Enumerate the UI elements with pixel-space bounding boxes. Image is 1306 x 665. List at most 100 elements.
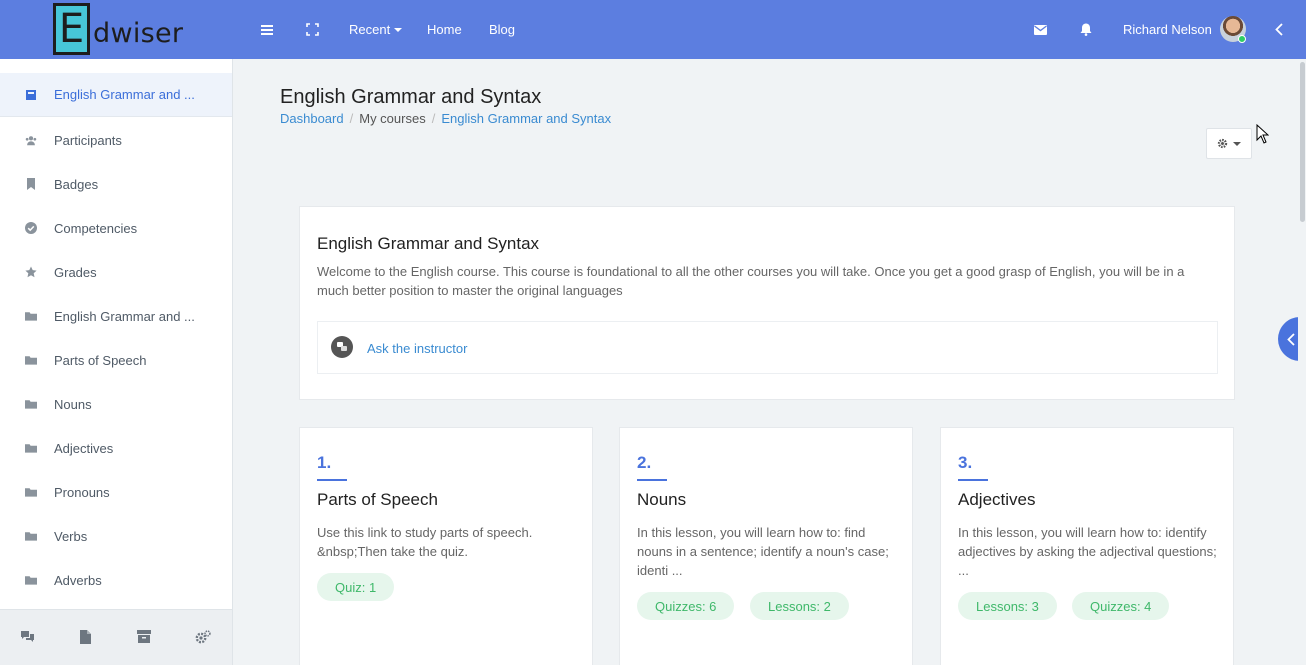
- sidebar-item-adjectives[interactable]: Adjectives: [0, 426, 232, 470]
- check-circle-icon: [25, 222, 37, 234]
- gear-icon: [1217, 138, 1228, 149]
- edwiser-logo[interactable]: E dwiser: [53, 3, 183, 55]
- sidebar-item-grades[interactable]: Grades: [0, 250, 232, 294]
- mouse-cursor-icon: [1256, 124, 1269, 144]
- envelope-icon: [1034, 24, 1047, 35]
- nav-link-blog[interactable]: Blog: [489, 0, 515, 59]
- chevron-left-icon: [1287, 332, 1295, 346]
- lesson-title[interactable]: Parts of Speech: [317, 490, 438, 510]
- star-icon: [25, 266, 37, 278]
- sidebar-item-label: Verbs: [54, 528, 88, 544]
- folder-icon: [25, 354, 37, 366]
- lesson-underline: [637, 479, 667, 481]
- sidebar-item-badges[interactable]: Badges: [0, 162, 232, 206]
- lesson-number: 2.: [637, 453, 652, 472]
- lesson-number: 1.: [317, 453, 332, 472]
- sidebar-item-participants[interactable]: Participants: [0, 118, 232, 162]
- lesson-description: In this lesson, you will learn how to: f…: [637, 525, 889, 578]
- page-title: English Grammar and Syntax: [280, 86, 542, 108]
- folder-icon: [25, 574, 37, 586]
- bookmark-icon: [25, 178, 37, 190]
- sidebar-item-label: Pronouns: [54, 484, 110, 500]
- logo-text: dwiser: [93, 17, 184, 49]
- right-panel-toggle[interactable]: [1275, 0, 1283, 59]
- cogs-icon[interactable]: [195, 630, 211, 644]
- sidebar: English Grammar and ... Participants Bad…: [0, 59, 233, 665]
- lesson-title[interactable]: Adjectives: [958, 490, 1035, 510]
- expand-icon: [306, 23, 319, 36]
- sidebar-item-label: Badges: [54, 176, 99, 192]
- lesson-badge: Lessons: 3: [958, 592, 1057, 620]
- breadcrumb-course[interactable]: English Grammar and Syntax: [441, 111, 611, 126]
- lesson-card[interactable]: 3. Adjectives In this lesson, you will l…: [940, 427, 1234, 665]
- messages-button[interactable]: [1034, 0, 1047, 59]
- scrollbar-thumb[interactable]: [1300, 62, 1305, 222]
- lesson-card[interactable]: 2. Nouns In this lesson, you will learn …: [619, 427, 913, 665]
- sidebar-item-label: Nouns: [54, 396, 92, 412]
- sidebar-item-nouns[interactable]: Nouns: [0, 382, 232, 426]
- recent-dropdown[interactable]: Recent: [349, 0, 403, 59]
- chevron-left-icon: [1275, 23, 1283, 36]
- lesson-number: 3.: [958, 453, 973, 472]
- sidebar-item-label: Parts of Speech: [54, 352, 147, 368]
- chevron-down-icon: [1233, 141, 1241, 146]
- folder-icon: [25, 398, 37, 410]
- lesson-description: Use this link to study parts of speech. …: [317, 525, 533, 559]
- bell-icon: [1080, 23, 1092, 36]
- folder-icon: [25, 310, 37, 322]
- sidebar-item-verbs[interactable]: Verbs: [0, 514, 232, 558]
- nav-link-home[interactable]: Home: [427, 0, 462, 59]
- breadcrumb: Dashboard / My courses / English Grammar…: [280, 111, 611, 126]
- breadcrumb-dashboard[interactable]: Dashboard: [280, 111, 344, 126]
- ask-instructor-row[interactable]: Ask the instructor: [317, 321, 1218, 374]
- chevron-down-icon: [394, 27, 403, 32]
- course-icon: [25, 89, 37, 101]
- archive-icon[interactable]: [137, 630, 151, 644]
- sidebar-item-parts-of-speech[interactable]: Parts of Speech: [0, 338, 232, 382]
- sidebar-item-pronouns[interactable]: Pronouns: [0, 470, 232, 514]
- breadcrumb-separator: /: [431, 111, 436, 126]
- sidebar-item-label: Grades: [54, 264, 97, 280]
- lesson-card[interactable]: 1. Parts of Speech Use this link to stud…: [299, 427, 593, 665]
- users-icon: [25, 134, 37, 146]
- ask-instructor-link[interactable]: Ask the instructor: [367, 341, 467, 356]
- breadcrumb-my-courses: My courses: [359, 111, 426, 126]
- course-settings-button[interactable]: [1206, 128, 1252, 159]
- sidebar-item-label: Competencies: [54, 220, 138, 236]
- file-icon[interactable]: [80, 630, 94, 644]
- folder-icon: [25, 442, 37, 454]
- lesson-description: In this lesson, you will learn how to: i…: [958, 525, 1217, 578]
- lesson-title[interactable]: Nouns: [637, 490, 686, 510]
- notifications-button[interactable]: [1080, 0, 1092, 59]
- sidebar-item-label: Participants: [54, 132, 122, 148]
- hamburger-icon: [261, 24, 273, 35]
- sidebar-item-course[interactable]: English Grammar and ...: [0, 73, 232, 117]
- user-name[interactable]: Richard Nelson: [1123, 0, 1212, 59]
- breadcrumb-separator: /: [349, 111, 354, 126]
- comments-icon[interactable]: [20, 630, 34, 644]
- sidebar-item-section-general[interactable]: English Grammar and ...: [0, 294, 232, 338]
- sidebar-item-competencies[interactable]: Competencies: [0, 206, 232, 250]
- instructor-icon: [331, 336, 353, 358]
- lesson-badge: Quiz: 1: [317, 573, 395, 601]
- lesson-badge: Quizzes: 6: [637, 592, 735, 620]
- summary-description: Welcome to the English course. This cour…: [317, 264, 1185, 298]
- fullscreen-button[interactable]: [306, 0, 319, 59]
- sidebar-item-adverbs[interactable]: Adverbs: [0, 558, 232, 602]
- lesson-badge: Quizzes: 4: [1072, 592, 1170, 620]
- sidebar-item-label: English Grammar and ...: [54, 308, 195, 324]
- folder-icon: [25, 486, 37, 498]
- logo-letter: E: [53, 3, 90, 55]
- menu-toggle-button[interactable]: [261, 0, 273, 59]
- course-summary-card: English Grammar and Syntax Welcome to th…: [299, 206, 1235, 400]
- summary-title: English Grammar and Syntax: [317, 234, 540, 253]
- top-navbar: E dwiser Recent Home Blog Richard Nelson: [0, 0, 1306, 59]
- sidebar-item-label: Adverbs: [54, 572, 102, 588]
- lesson-badge: Lessons: 2: [750, 592, 849, 620]
- sidebar-footer: [0, 609, 232, 665]
- recent-label: Recent: [349, 22, 391, 37]
- lesson-underline: [958, 479, 988, 481]
- online-status-badge: [1238, 35, 1246, 43]
- sidebar-item-label: Adjectives: [54, 440, 114, 456]
- folder-icon: [25, 530, 37, 542]
